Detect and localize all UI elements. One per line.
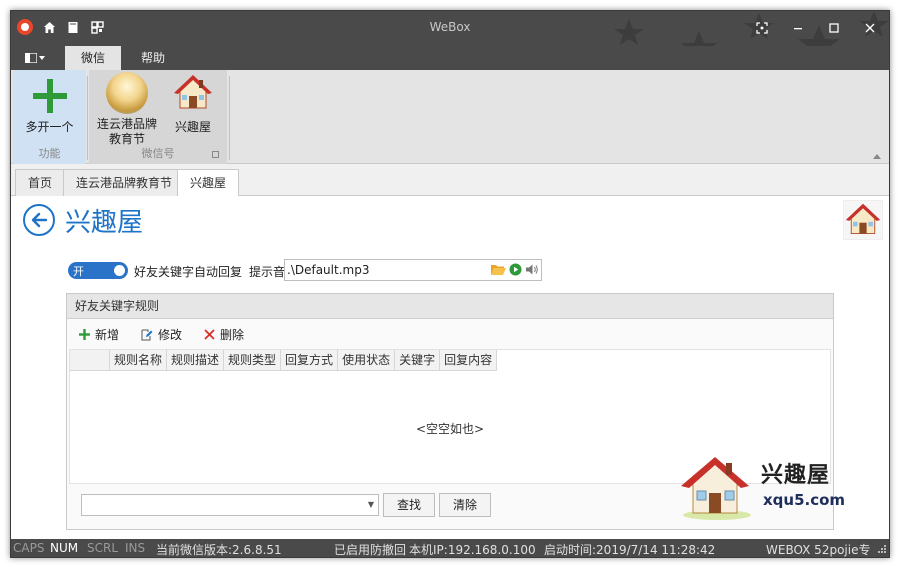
row-indicator-header — [70, 350, 110, 371]
local-ip: 本机IP:192.168.0.100 — [409, 543, 536, 557]
open-another-label: 多开一个 — [25, 120, 74, 134]
toggle-label: 开 — [73, 265, 84, 278]
search-button[interactable]: 查找 — [383, 493, 435, 517]
page-title: 兴趣屋 — [65, 208, 144, 238]
ribbon-menu-button[interactable] — [25, 50, 47, 66]
edition-label: WEBOX 52pojie专 — [766, 543, 871, 557]
auto-reply-toggle[interactable]: 开 — [68, 262, 128, 279]
start-time: 启动时间:2019/7/14 11:28:42 — [544, 543, 716, 557]
close-icon — [204, 329, 215, 340]
anti-revoke-status: 已启用防撤回 — [334, 543, 407, 557]
ribbon-tab-help[interactable]: 帮助 — [125, 46, 181, 70]
keyword-rules-title: 好友关键字规则 — [67, 294, 833, 319]
delete-rule-button[interactable]: 删除 — [204, 326, 244, 343]
plus-icon — [32, 79, 67, 113]
account-lianyungang-label-line1: 连云港品牌 — [96, 117, 157, 131]
column-header-status[interactable]: 使用状态 — [338, 350, 396, 371]
account-xingquwu-button[interactable]: 兴趣屋 — [167, 72, 219, 135]
main-content: 兴趣屋 开 好友关键字自动回复 提示音 好友关键字规则 — [11, 196, 889, 539]
ins-indicator: INS — [125, 541, 146, 555]
app-window: WeBox 微信 帮助 多开一个 功能 连云港品牌 教育节 兴趣屋 微信号 首页… — [10, 10, 890, 558]
maximize-button[interactable] — [821, 17, 847, 39]
play-icon[interactable] — [509, 263, 522, 276]
column-header-reply-content[interactable]: 回复内容 — [440, 350, 498, 371]
account-lianyungang-button[interactable]: 连云港品牌 教育节 — [93, 72, 161, 147]
account-avatar — [843, 200, 883, 240]
ribbon-group-wechat: 连云港品牌 教育节 兴趣屋 微信号 — [89, 70, 227, 164]
minimize-button[interactable] — [785, 17, 811, 39]
edit-icon — [141, 329, 153, 340]
ribbon-separator — [229, 76, 230, 160]
plus-icon — [79, 329, 90, 340]
clear-button[interactable]: 清除 — [439, 493, 491, 517]
filter-input[interactable] — [85, 497, 355, 513]
ribbon-group-function-label: 功能 — [38, 147, 61, 160]
filter-combobox[interactable]: ▼ — [81, 494, 379, 516]
ribbon-collapse-icon[interactable] — [873, 153, 881, 159]
column-header-rule-type[interactable]: 规则类型 — [224, 350, 282, 371]
column-header-keyword[interactable]: 关键字 — [395, 350, 441, 371]
tone-field — [284, 259, 542, 281]
edit-rule-button[interactable]: 修改 — [141, 326, 182, 343]
tone-input[interactable] — [287, 262, 483, 278]
screenshot-icon[interactable] — [749, 17, 775, 39]
toggle-knob — [114, 265, 125, 276]
avatar-icon — [106, 72, 148, 114]
empty-placeholder: <空空如也> — [415, 422, 485, 436]
status-bar: CAPS NUM SCRL INS 当前微信版本:2.6.8.51 已启用防撤回… — [11, 539, 889, 557]
watermark-url: xqu5.com — [763, 491, 846, 509]
house-icon — [174, 75, 212, 109]
ribbon-tab-bar: 微信 帮助 — [11, 46, 889, 70]
add-rule-button[interactable]: 新增 — [79, 326, 119, 343]
ribbon-group-wechat-label: 微信号 — [141, 147, 175, 160]
arrow-left-icon — [31, 212, 48, 228]
delete-rule-label: 删除 — [220, 328, 245, 342]
folder-open-icon[interactable] — [490, 263, 506, 276]
edit-rule-label: 修改 — [158, 328, 183, 342]
chevron-down-icon[interactable]: ▼ — [368, 500, 374, 509]
tab-lianyungang[interactable]: 连云港品牌教育节 — [63, 169, 186, 196]
auto-reply-label: 好友关键字自动回复 — [134, 265, 243, 279]
ribbon-group-function: 多开一个 功能 — [13, 70, 86, 164]
volume-icon[interactable] — [525, 263, 539, 276]
ribbon-separator — [87, 76, 88, 160]
group-expand-icon[interactable] — [212, 151, 219, 158]
num-indicator: NUM — [50, 541, 79, 555]
back-button[interactable] — [23, 204, 55, 236]
menu-icon — [25, 53, 37, 63]
chevron-down-icon — [39, 56, 45, 60]
ribbon-tab-wechat[interactable]: 微信 — [65, 46, 122, 70]
scrl-indicator: SCRL — [87, 541, 119, 555]
tab-home[interactable]: 首页 — [15, 169, 66, 196]
site-watermark: 兴趣屋 xqu5.com — [679, 451, 849, 523]
open-another-button[interactable]: 多开一个 — [13, 72, 86, 135]
house-logo-icon — [681, 457, 751, 520]
title-bar: WeBox — [11, 11, 889, 46]
account-xingquwu-label: 兴趣屋 — [174, 120, 211, 134]
close-button[interactable] — [857, 17, 883, 39]
column-header-rule-description[interactable]: 规则描述 — [167, 350, 225, 371]
resize-grip-icon[interactable] — [877, 544, 887, 554]
rules-toolbar: 新增 修改 删除 — [79, 326, 244, 343]
watermark-text: 兴趣屋 — [761, 463, 831, 488]
add-rule-label: 新增 — [95, 328, 120, 342]
tab-xingquwu[interactable]: 兴趣屋 — [177, 169, 240, 197]
document-tab-bar: 首页 连云港品牌教育节 兴趣屋 — [11, 164, 889, 197]
ribbon-panel: 多开一个 功能 连云港品牌 教育节 兴趣屋 微信号 — [11, 70, 889, 164]
tone-label: 提示音 — [249, 265, 286, 279]
caps-indicator: CAPS — [13, 541, 45, 555]
house-icon — [845, 203, 881, 235]
column-header-reply-mode[interactable]: 回复方式 — [281, 350, 339, 371]
column-header-rule-name[interactable]: 规则名称 — [110, 350, 168, 371]
wechat-version: 当前微信版本:2.6.8.51 — [156, 543, 282, 557]
rules-grid-header: 规则名称 规则描述 规则类型 回复方式 使用状态 关键字 回复内容 — [70, 350, 830, 371]
